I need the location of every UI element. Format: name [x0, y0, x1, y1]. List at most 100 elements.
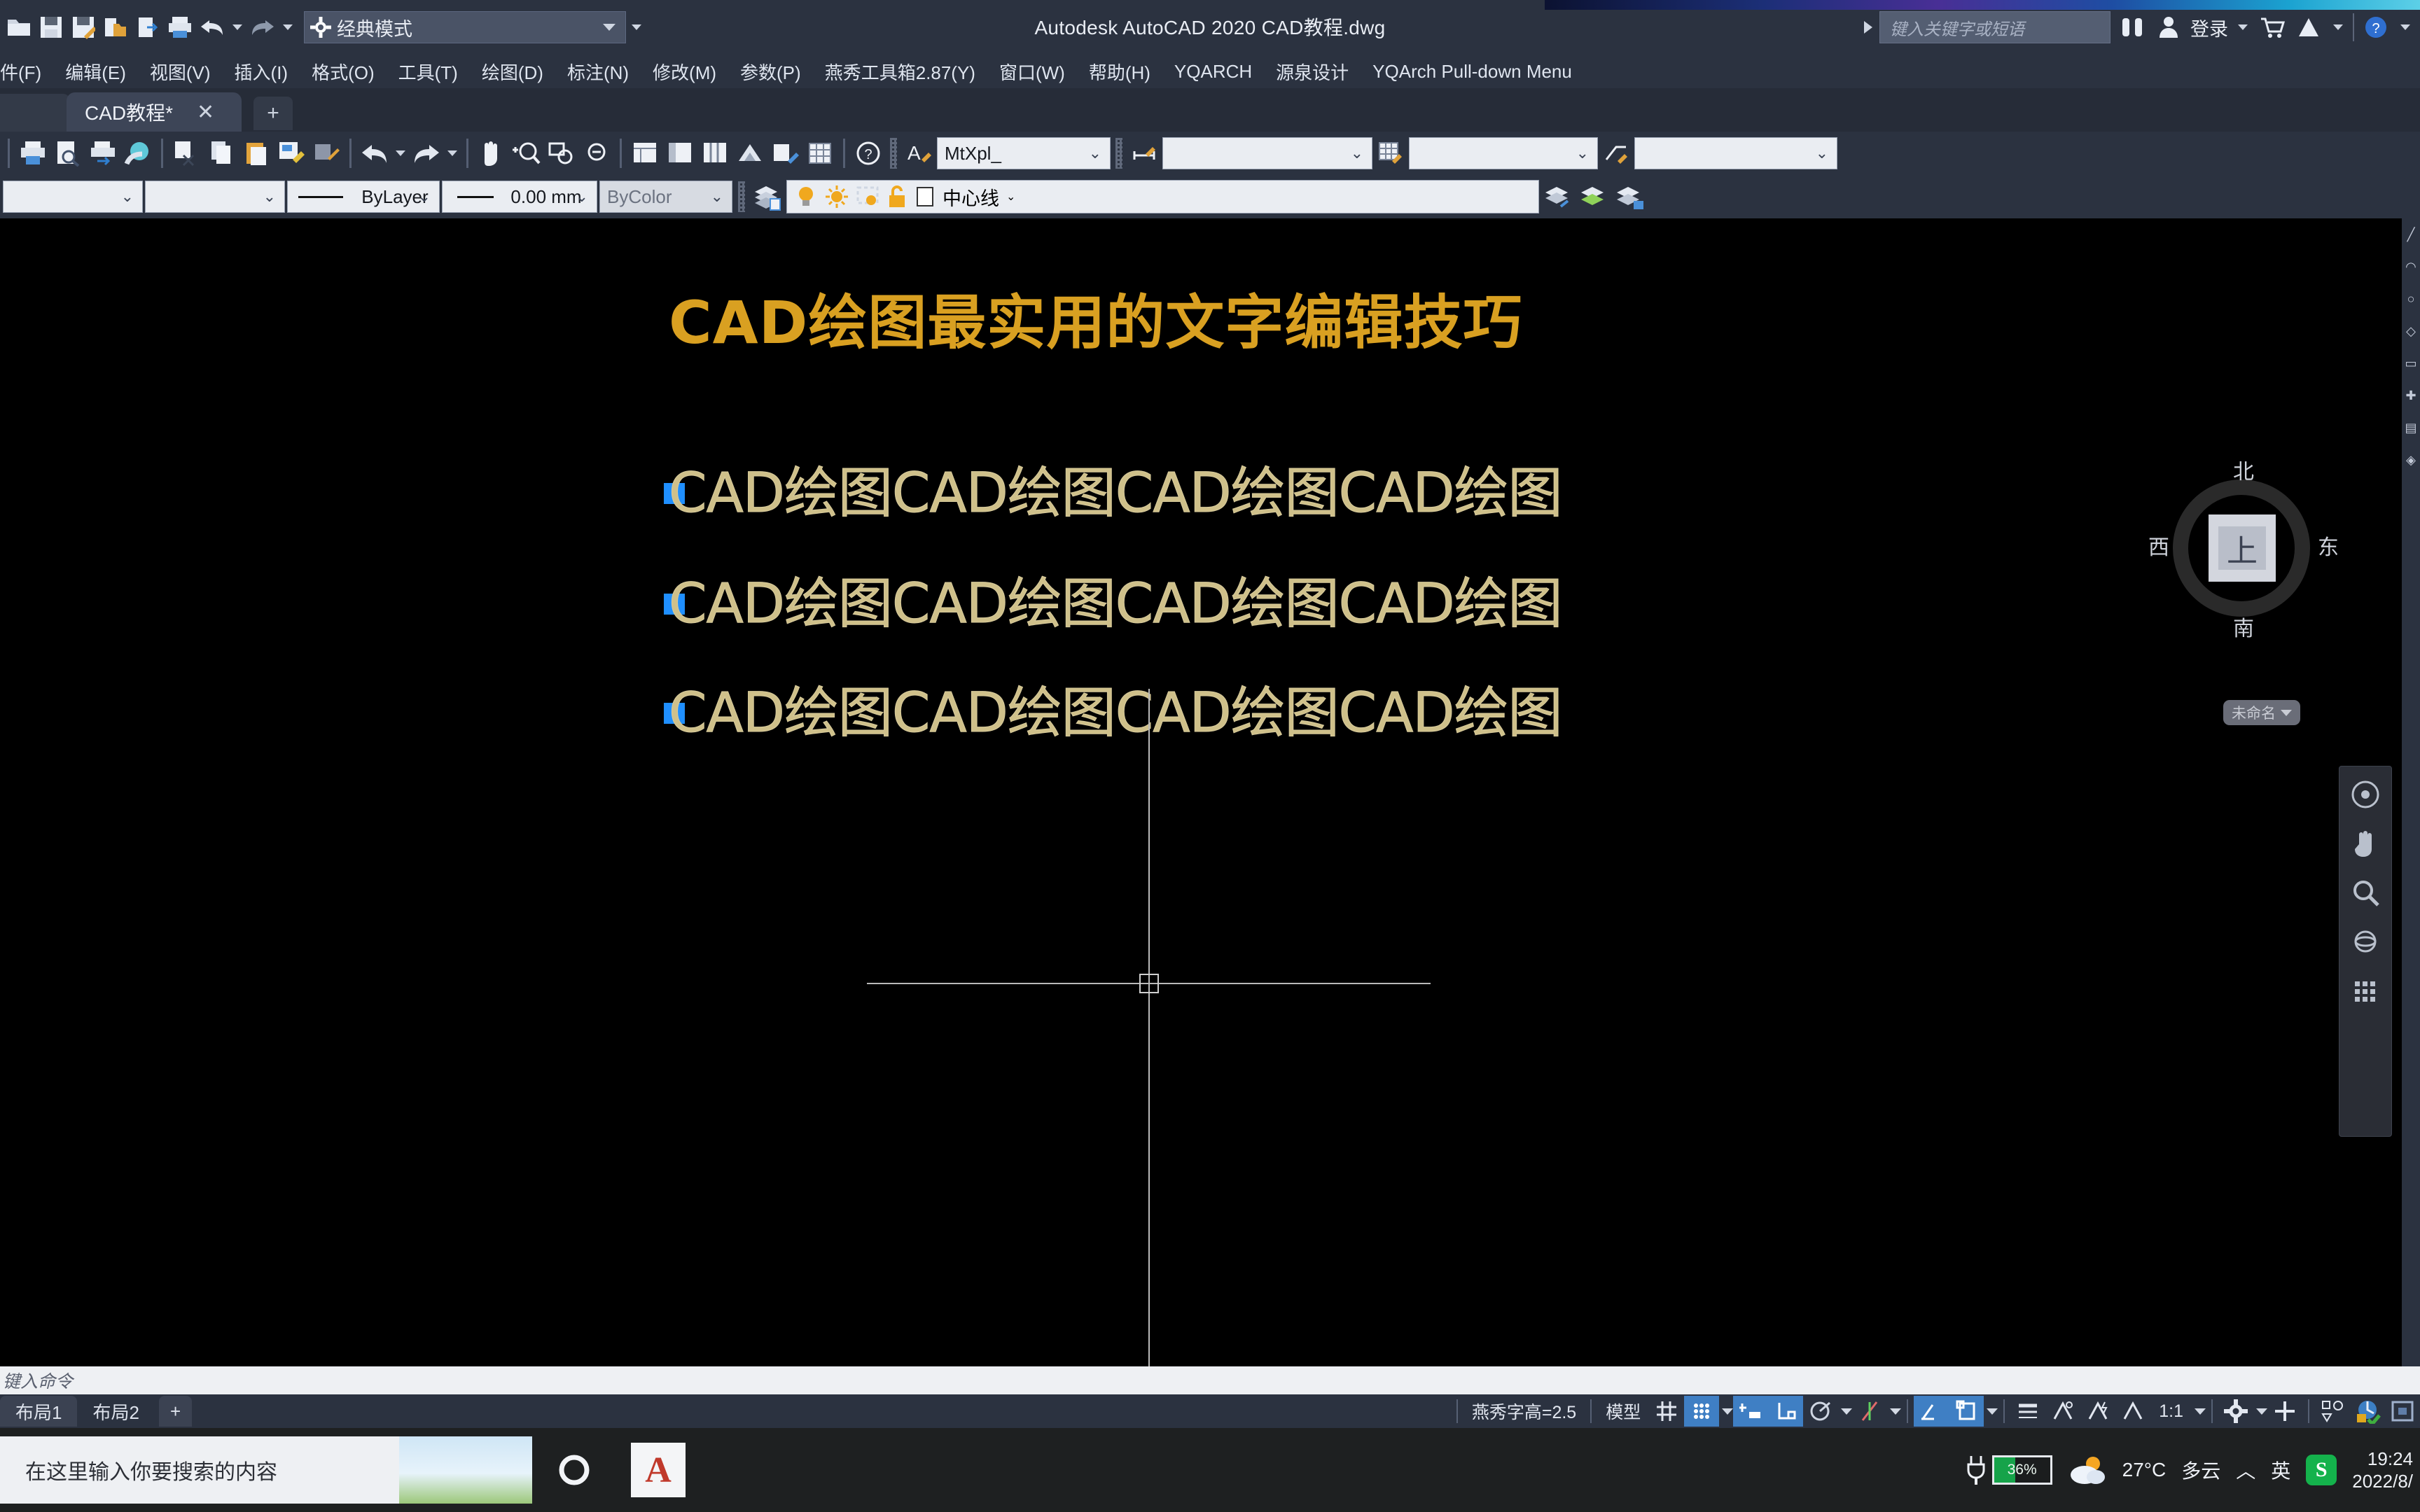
save-icon[interactable]: [36, 13, 66, 42]
customize-plus-icon[interactable]: [2267, 1396, 2302, 1427]
chevron-down-icon[interactable]: ⌄: [418, 188, 431, 206]
help-toolbar-icon[interactable]: ?: [851, 136, 885, 171]
draw-toolbar-icon-4[interactable]: ◇: [2402, 315, 2420, 347]
taskbar-clock[interactable]: 19:24 2022/8/: [2352, 1448, 2413, 1493]
chevron-down-icon[interactable]: ⌄: [1089, 144, 1101, 162]
export-icon[interactable]: [133, 13, 162, 42]
otrack-icon[interactable]: [1914, 1396, 1949, 1427]
menu-item-format[interactable]: 格式(O): [300, 59, 387, 85]
plotstyle-dropdown[interactable]: ByColor ⌄: [599, 181, 732, 213]
draw-toolbar-icon-6[interactable]: ✚: [2402, 379, 2420, 412]
text-style-dropdown[interactable]: MtXpl_ ⌄: [937, 137, 1111, 169]
viewcube-top-face[interactable]: 上: [2209, 514, 2276, 582]
dynamic-ucs-caret-icon[interactable]: [1987, 1408, 1998, 1415]
zoom-realtime-icon[interactable]: [510, 136, 543, 171]
taskbar-autocad-button[interactable]: A: [616, 1428, 700, 1512]
match-properties-icon[interactable]: [274, 136, 308, 171]
chevron-down-icon[interactable]: ⌄: [1351, 144, 1363, 162]
chevron-down-icon[interactable]: ⌄: [121, 188, 134, 206]
menu-item-modify[interactable]: 修改(M): [641, 59, 728, 85]
layer-extra-dropdown[interactable]: ⌄: [145, 181, 285, 213]
layer-control-dropdown[interactable]: 中心线 ⌄: [786, 180, 1539, 214]
isolate-objects-icon[interactable]: [2315, 1396, 2350, 1427]
help-search-input[interactable]: 键入关键字或短语: [1879, 11, 2110, 43]
chevron-down-icon[interactable]: ⌄: [576, 188, 588, 206]
undo-toolbar-icon[interactable]: [358, 136, 391, 171]
chevron-down-icon[interactable]: ⌄: [1006, 190, 1015, 204]
annotation-visibility-icon[interactable]: [2045, 1396, 2080, 1427]
chevron-down-icon[interactable]: ⌄: [1576, 144, 1589, 162]
menu-item-yqarch-pulldown[interactable]: YQArch Pull-down Menu: [1361, 61, 1584, 83]
polar-tracking-icon[interactable]: [1803, 1396, 1838, 1427]
signin-button[interactable]: 登录: [2190, 14, 2228, 41]
chevron-down-icon[interactable]: ⌄: [1816, 144, 1828, 162]
start-tab-stub[interactable]: [0, 94, 70, 132]
menu-item-insert[interactable]: 插入(I): [223, 59, 300, 85]
search-highlight-thumbnail[interactable]: [399, 1436, 532, 1504]
drawing-canvas[interactable]: CAD绘图最实用的文字编辑技巧 CAD绘图CAD绘图CAD绘图CAD绘图 CAD…: [0, 218, 2420, 1366]
snap-caret-icon[interactable]: [1722, 1408, 1734, 1415]
print-preview-icon[interactable]: [51, 136, 85, 171]
menu-item-draw[interactable]: 绘图(D): [470, 59, 555, 85]
help-caret-icon[interactable]: [2400, 24, 2410, 30]
scale-caret-icon[interactable]: [2195, 1408, 2206, 1415]
dimension-style-icon[interactable]: [1127, 136, 1161, 171]
new-tab-button[interactable]: +: [253, 97, 293, 130]
redo-list-caret-icon[interactable]: [447, 150, 457, 156]
qat-customize-caret-icon[interactable]: [632, 24, 641, 30]
orbit-icon[interactable]: [2346, 923, 2385, 960]
toolbar-grip-text-style[interactable]: [890, 138, 897, 169]
model-space-button[interactable]: 模型: [1597, 1394, 1649, 1428]
menu-item-view[interactable]: 视图(V): [138, 59, 223, 85]
plot-icon[interactable]: [165, 13, 195, 42]
menu-item-tools[interactable]: 工具(T): [387, 59, 470, 85]
multileader-style-dropdown[interactable]: ⌄: [1634, 137, 1837, 169]
table-style-icon[interactable]: [1374, 136, 1407, 171]
print-icon[interactable]: [16, 136, 50, 171]
weather-description[interactable]: 多云: [2181, 1456, 2220, 1484]
paste-icon[interactable]: [239, 136, 273, 171]
lineweight-dropdown[interactable]: 0.00 mm ⌄: [442, 181, 597, 213]
polar-caret-icon[interactable]: [1841, 1408, 1853, 1415]
edit-block-icon[interactable]: [310, 136, 343, 171]
cortana-button[interactable]: [532, 1428, 616, 1512]
redo-icon[interactable]: [248, 13, 277, 42]
open-recent-icon[interactable]: [101, 13, 130, 42]
multileader-style-icon[interactable]: [1599, 136, 1633, 171]
draw-toolbar-icon-2[interactable]: ◠: [2402, 251, 2420, 283]
osnap-caret-icon[interactable]: [1890, 1408, 1902, 1415]
workspace-gear-icon[interactable]: [2218, 1396, 2253, 1427]
open-folder-icon[interactable]: [4, 13, 34, 42]
viewcube[interactable]: 北 南 西 东 上: [2148, 460, 2339, 640]
dynamic-ucs-icon[interactable]: [1949, 1396, 1984, 1427]
pan-icon[interactable]: [2346, 825, 2385, 862]
draw-toolbar-icon-1[interactable]: ╱: [2402, 218, 2420, 251]
weather-temperature[interactable]: 27°C: [2122, 1459, 2167, 1481]
grid-icon[interactable]: [1649, 1396, 1684, 1427]
menu-item-parametric[interactable]: 参数(P): [728, 59, 813, 85]
close-icon[interactable]: ✕: [197, 100, 214, 125]
undo-list-caret-icon[interactable]: [396, 150, 405, 156]
ime-language-indicator[interactable]: 英: [2271, 1456, 2290, 1484]
viewcube-south-label[interactable]: 南: [2233, 611, 2254, 642]
command-line[interactable]: 键入命令: [0, 1366, 2420, 1394]
draw-toolbar-icon-5[interactable]: ▭: [2402, 347, 2420, 379]
annotation-scale-value[interactable]: 1:1: [2150, 1394, 2192, 1428]
sheet-set-icon[interactable]: [733, 136, 767, 171]
layout-tab-1[interactable]: 布局1: [0, 1396, 78, 1427]
steering-wheel-icon[interactable]: [2346, 776, 2385, 813]
table-icon[interactable]: [803, 136, 837, 171]
menu-item-help[interactable]: 帮助(H): [1077, 59, 1162, 85]
layout-tab-2[interactable]: 布局2: [77, 1396, 154, 1427]
drawing-title-text[interactable]: CAD绘图最实用的文字编辑技巧: [669, 276, 1522, 360]
infer-constraints-icon[interactable]: [1733, 1396, 1769, 1427]
drawing-text-row-3[interactable]: CAD绘图CAD绘图CAD绘图CAD绘图: [669, 669, 1564, 748]
redo-dropdown-caret-icon[interactable]: [283, 24, 293, 30]
layer-match-icon[interactable]: [1613, 179, 1646, 214]
redo-toolbar-icon[interactable]: [410, 136, 443, 171]
workspace-caret-icon[interactable]: [603, 24, 616, 31]
cart-icon[interactable]: [2258, 13, 2287, 42]
fullscreen-icon[interactable]: [2385, 1396, 2420, 1427]
windows-search-input[interactable]: 在这里输入你要搜索的内容: [0, 1436, 532, 1504]
tray-expand-icon[interactable]: ︿: [2236, 1456, 2255, 1484]
